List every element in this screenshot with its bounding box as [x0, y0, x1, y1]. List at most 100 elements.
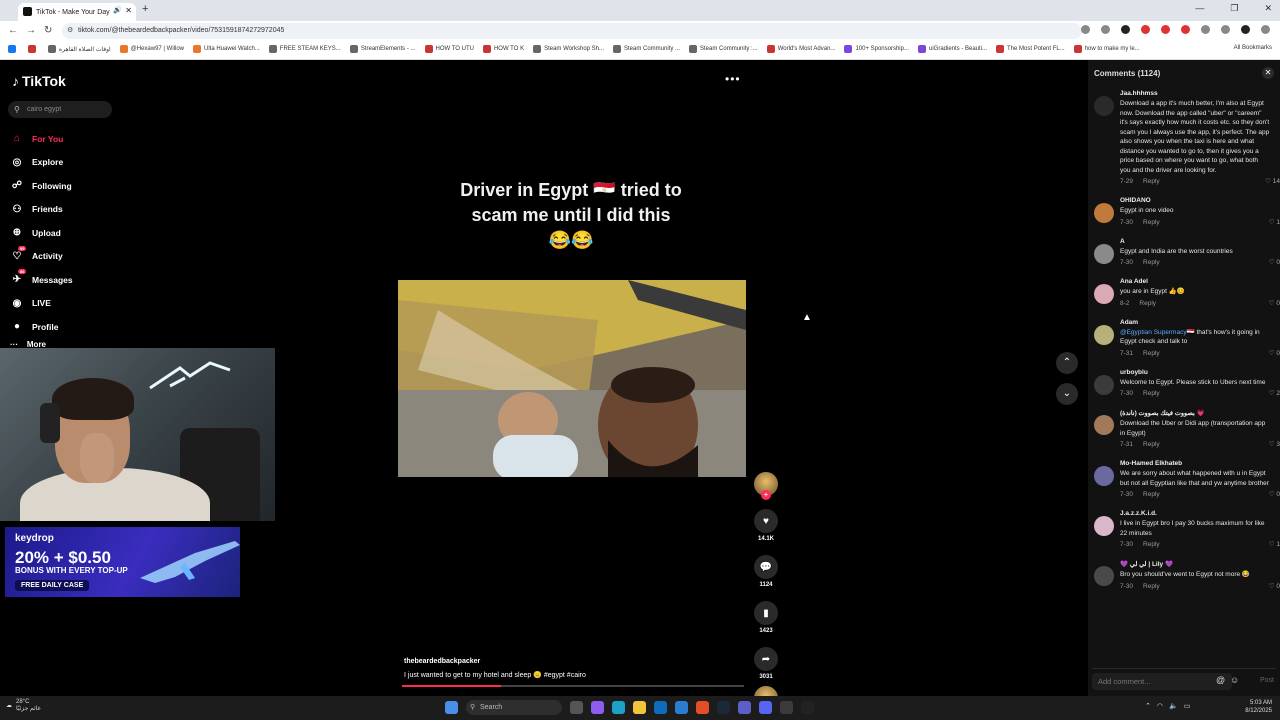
- comment-like[interactable]: ♡ 1: [1269, 540, 1280, 548]
- reply-button[interactable]: Reply: [1143, 350, 1160, 357]
- previous-video-button[interactable]: ⌃: [1056, 352, 1078, 374]
- browser-tab[interactable]: TikTok - Make Your Day 🔊 ✕: [18, 3, 136, 21]
- comment-like[interactable]: ♡ 0: [1269, 490, 1280, 498]
- sidebar-item-friends[interactable]: ⚇ Friends: [10, 198, 73, 222]
- comment-input[interactable]: Add comment...: [1092, 673, 1232, 690]
- volume-icon[interactable]: 🔈: [1169, 702, 1178, 710]
- chrome-icon[interactable]: [696, 701, 709, 714]
- post-button[interactable]: Post: [1260, 677, 1274, 684]
- bookmark-star-icon[interactable]: [1101, 25, 1110, 34]
- bookmark-item[interactable]: Steam Workshop Sh...: [533, 45, 604, 53]
- avatar[interactable]: [1094, 566, 1114, 586]
- profile-avatar-icon[interactable]: [1241, 25, 1250, 34]
- comment-like[interactable]: ♡ 2: [1269, 389, 1280, 397]
- avatar[interactable]: [1094, 284, 1114, 304]
- avatar[interactable]: [1094, 324, 1114, 345]
- more-options-icon[interactable]: •••: [725, 72, 741, 86]
- comment-username[interactable]: OHIDANO: [1120, 197, 1270, 204]
- weather-widget[interactable]: ☁ 28°C غائم جزئيًا: [6, 699, 41, 712]
- bookmark-item[interactable]: Steam Community :...: [689, 45, 758, 53]
- site-info-icon[interactable]: ⚙: [67, 23, 73, 39]
- kebab-menu-icon[interactable]: [1261, 25, 1270, 34]
- sidebar-item-upload[interactable]: ⊕ Upload: [10, 221, 73, 245]
- app-icon[interactable]: [591, 701, 604, 714]
- comment-like[interactable]: ♡ 3: [1269, 440, 1280, 448]
- video-player[interactable]: [398, 280, 746, 477]
- comment-username[interactable]: Mo-Hamed Elkhateb: [1120, 460, 1270, 467]
- reload-icon[interactable]: ↻: [44, 25, 52, 36]
- comment-icon[interactable]: 💬: [754, 555, 778, 579]
- bookmark-item[interactable]: @Hexaw97 | Willow: [119, 45, 184, 53]
- bookmark-item[interactable]: HOW TO K: [482, 45, 524, 53]
- comment-action[interactable]: 💬 1124: [753, 555, 779, 588]
- sidebar-item-activity[interactable]: ♡ 99 Activity: [10, 245, 73, 269]
- store-icon[interactable]: [675, 701, 688, 714]
- comment-like[interactable]: ♡ 0: [1269, 258, 1280, 266]
- video-progress-bar[interactable]: [402, 685, 744, 687]
- bookmark-item[interactable]: how to make my le...: [1073, 45, 1140, 53]
- next-video-button[interactable]: ⌄: [1056, 383, 1078, 405]
- avatar[interactable]: [1094, 466, 1114, 486]
- reply-button[interactable]: Reply: [1139, 300, 1156, 307]
- comment-username[interactable]: Jaa.hhhmss: [1120, 90, 1270, 97]
- comment-username[interactable]: J.a.z.z.K.i.d.: [1120, 510, 1270, 517]
- avatar[interactable]: [1094, 243, 1114, 264]
- reply-button[interactable]: Reply: [1143, 541, 1160, 548]
- comment-like[interactable]: ♡ 14: [1265, 177, 1280, 185]
- bookmark-item[interactable]: uiGradients - Beauti...: [917, 45, 987, 53]
- url-bar[interactable]: ⚙ tiktok.com/@thebeardedbackpacker/video…: [62, 23, 1082, 39]
- extension-icon[interactable]: [1141, 25, 1150, 34]
- save-action[interactable]: ▮ 1423: [753, 601, 779, 634]
- taskbar-search[interactable]: ⚲ Search: [466, 700, 562, 715]
- close-comments-button[interactable]: ✕: [1262, 67, 1274, 79]
- sidebar-item-for-you[interactable]: ⌂ For You: [10, 127, 73, 151]
- comment-username[interactable]: 💜 لي لي | Lily 💜: [1120, 560, 1270, 568]
- bookmark-item[interactable]: [8, 45, 19, 53]
- maximize-button[interactable]: ❐: [1230, 3, 1238, 14]
- avatar[interactable]: [1094, 516, 1114, 536]
- battery-icon[interactable]: ▭: [1184, 702, 1191, 710]
- bookmark-item[interactable]: FREE STEAM KEYS...: [268, 45, 341, 53]
- bookmark-item[interactable]: Ulta Huawei Watch...: [193, 45, 260, 53]
- close-tab-icon[interactable]: ✕: [125, 6, 132, 15]
- extension-icon[interactable]: [1181, 25, 1190, 34]
- outlook-icon[interactable]: [654, 701, 667, 714]
- all-bookmarks[interactable]: All Bookmarks: [1234, 45, 1272, 51]
- sidebar-icon[interactable]: [1221, 25, 1230, 34]
- back-icon[interactable]: ←: [8, 25, 18, 36]
- avatar[interactable]: [1094, 374, 1114, 395]
- bookmark-item[interactable]: StreamElements - ...: [349, 45, 416, 53]
- reply-button[interactable]: Reply: [1143, 259, 1160, 266]
- puzzle-icon[interactable]: [1201, 25, 1210, 34]
- comment-like[interactable]: ♡ 0: [1269, 582, 1280, 590]
- bookmark-item[interactable]: 100+ Sponsorship...: [844, 45, 909, 53]
- share-icon[interactable]: ➦: [754, 647, 778, 671]
- bookmark-item[interactable]: [28, 45, 39, 53]
- comment-username[interactable]: بصووت فيتك بصووت (ناندة) 💗: [1120, 409, 1270, 417]
- sidebar-item-profile[interactable]: ● Profile: [10, 315, 73, 339]
- bookmark-item[interactable]: The Most Potent FL...: [996, 45, 1065, 53]
- extension-icon[interactable]: [1161, 25, 1170, 34]
- comment-like[interactable]: ♡ 0: [1269, 299, 1280, 307]
- task-view-icon[interactable]: [570, 701, 583, 714]
- avatar[interactable]: [1094, 203, 1114, 223]
- edge-icon[interactable]: [612, 701, 625, 714]
- comment-like[interactable]: ♡ 0: [1269, 349, 1280, 357]
- reply-button[interactable]: Reply: [1143, 178, 1160, 185]
- steam-icon[interactable]: [717, 701, 730, 714]
- discord-icon[interactable]: [759, 701, 772, 714]
- comment-like[interactable]: ♡ 1: [1269, 218, 1280, 226]
- reply-button[interactable]: Reply: [1143, 219, 1160, 226]
- forward-icon[interactable]: →: [26, 25, 36, 36]
- avatar[interactable]: [1094, 96, 1114, 116]
- creator-avatar[interactable]: +: [754, 472, 778, 500]
- teams-icon[interactable]: [738, 701, 751, 714]
- new-tab-button[interactable]: +: [142, 3, 148, 15]
- bookmark-item[interactable]: HOW TO UTU: [424, 45, 474, 53]
- avatar[interactable]: [1094, 415, 1114, 435]
- comment-username[interactable]: Ana Adel: [1120, 278, 1270, 285]
- cast-icon[interactable]: [1081, 25, 1090, 34]
- heart-icon[interactable]: ♥: [754, 509, 778, 533]
- chevron-up-icon[interactable]: ⌃: [1145, 702, 1151, 710]
- wifi-icon[interactable]: ◠: [1157, 702, 1163, 710]
